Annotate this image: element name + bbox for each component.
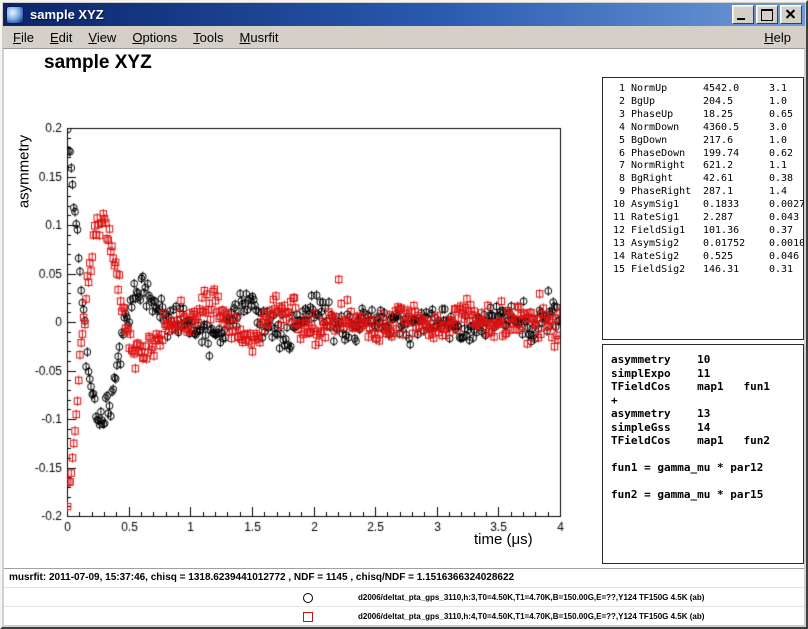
canvas-area: sample XYZ asymmetry time (μs) 1NormUp45… (4, 49, 804, 625)
param-row: 3PhaseUp18.250.65 (609, 109, 803, 122)
maximize-button[interactable] (756, 5, 778, 24)
menu-options[interactable]: Options (124, 27, 185, 48)
param-row: 2BgUp204.51.0 (609, 96, 803, 109)
minimize-button[interactable] (732, 5, 754, 24)
theory-panel: asymmetry 10 simplExpo 11 TFieldCos map1… (602, 344, 804, 564)
menu-file[interactable]: File (5, 27, 42, 48)
minimize-icon (737, 18, 745, 20)
param-row: 13AsymSig20.017520.00101 (609, 238, 803, 251)
param-row: 8BgRight42.610.38 (609, 173, 803, 186)
square-marker-icon (303, 612, 313, 622)
parameter-rows: 1NormUp4542.03.12BgUp204.51.03PhaseUp18.… (609, 83, 803, 277)
menu-left-group: FileEditViewOptionsToolsMusrfit (5, 27, 287, 48)
param-row: 9PhaseRight287.11.4 (609, 186, 803, 199)
legend: d2006/deltat_pta_gps_3110,h:3,T0=4.50K,T… (4, 587, 804, 625)
menu-right-group: Help (756, 27, 805, 48)
legend-label: d2006/deltat_pta_gps_3110,h:3,T0=4.50K,T… (358, 593, 704, 602)
y-axis-label: asymmetry (16, 127, 33, 217)
legend-row: d2006/deltat_pta_gps_3110,h:4,T0=4.50K,T… (4, 606, 804, 625)
parameter-table: 1NormUp4542.03.12BgUp204.51.03PhaseUp18.… (602, 77, 804, 340)
menu-bar: FileEditViewOptionsToolsMusrfit Help (3, 26, 805, 49)
menu-view[interactable]: View (80, 27, 124, 48)
param-row: 15FieldSig2146.310.31 (609, 264, 803, 277)
menu-tools[interactable]: Tools (185, 27, 231, 48)
legend-label: d2006/deltat_pta_gps_3110,h:4,T0=4.50K,T… (358, 612, 704, 621)
param-row: 1NormUp4542.03.1 (609, 83, 803, 96)
legend-row: d2006/deltat_pta_gps_3110,h:3,T0=4.50K,T… (4, 587, 804, 606)
status-legend-strip: musrfit: 2011-07-09, 15:37:46, chisq = 1… (4, 568, 804, 625)
menu-help[interactable]: Help (756, 27, 799, 48)
x-axis-label: time (μs) (474, 531, 533, 548)
param-row: 14RateSig20.5250.046 (609, 251, 803, 264)
app-icon[interactable] (6, 6, 24, 24)
maximize-icon (761, 9, 773, 21)
theory-text: asymmetry 10 simplExpo 11 TFieldCos map1… (611, 353, 803, 502)
close-button[interactable] (780, 5, 802, 24)
circle-marker-icon (303, 593, 313, 603)
param-row: 10AsymSig10.18330.0027 (609, 199, 803, 212)
param-row: 12FieldSig1101.360.37 (609, 225, 803, 238)
menu-edit[interactable]: Edit (42, 27, 80, 48)
param-row: 7NormRight621.21.1 (609, 160, 803, 173)
param-row: 4NormDown4360.53.0 (609, 122, 803, 135)
page-title: sample XYZ (44, 52, 152, 74)
title-bar[interactable]: sample XYZ (3, 3, 805, 26)
menu-musrfit[interactable]: Musrfit (232, 27, 287, 48)
window-title: sample XYZ (30, 7, 730, 22)
param-row: 6PhaseDown199.740.62 (609, 148, 803, 161)
param-row: 11RateSig12.2870.043 (609, 212, 803, 225)
fit-status-text: musrfit: 2011-07-09, 15:37:46, chisq = 1… (9, 572, 514, 583)
param-row: 5BgDown217.61.0 (609, 135, 803, 148)
app-window: sample XYZ FileEditViewOptionsToolsMusrf… (0, 0, 808, 629)
plot-canvas[interactable] (4, 49, 604, 569)
